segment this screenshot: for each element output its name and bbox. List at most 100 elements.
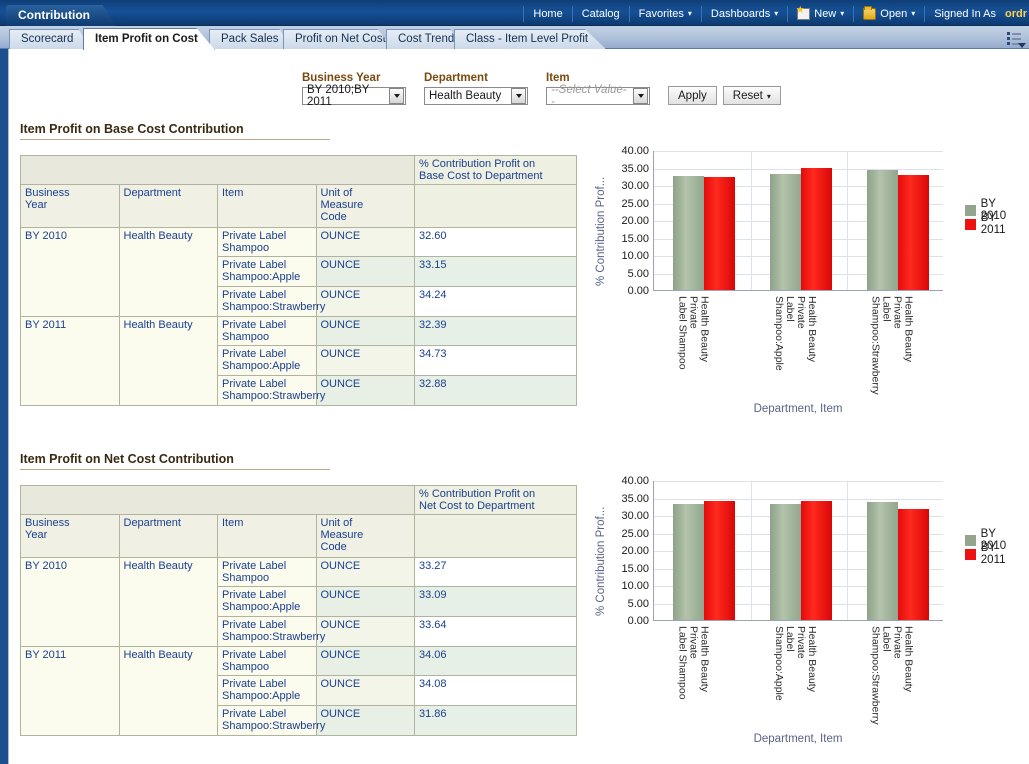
chart-bar[interactable] xyxy=(801,168,832,290)
tab-scorecard[interactable]: Scorecard xyxy=(9,29,90,49)
chart-base-cost-contribution: % Contribution Prof...0.005.0010.0015.00… xyxy=(593,151,1023,411)
nav-home[interactable]: Home xyxy=(523,6,572,22)
col-header-business-year[interactable]: Business Year xyxy=(21,185,120,228)
nav-favorites[interactable]: Favorites▾ xyxy=(630,6,702,22)
table-header-row-measure: % Contribution Profit on Net Cost to Dep… xyxy=(21,486,577,515)
cell-business-year[interactable]: BY 2010 xyxy=(21,558,120,647)
cell-item[interactable]: Private Label Shampoo xyxy=(218,558,317,587)
cell-uom[interactable]: OUNCE xyxy=(316,346,415,376)
chart-bar[interactable] xyxy=(801,501,832,620)
chart-bar[interactable] xyxy=(673,176,704,290)
cell-business-year[interactable]: BY 2011 xyxy=(21,647,120,736)
section-title-net-cost: Item Profit on Net Cost Contribution xyxy=(20,452,330,470)
tab-item-profit-on-cost[interactable]: Item Profit on Cost xyxy=(83,28,215,50)
cell-department[interactable]: Health Beauty xyxy=(119,647,218,736)
chevron-down-icon[interactable] xyxy=(511,88,526,104)
cell-department[interactable]: Health Beauty xyxy=(119,558,218,647)
chart-legend-item[interactable]: BY 2011 xyxy=(965,217,1023,231)
item-value: --Select Value-- xyxy=(551,84,629,108)
cell-item[interactable]: Private Label Shampoo:Strawberry xyxy=(218,706,317,736)
chart-bar[interactable] xyxy=(673,504,704,620)
cell-item[interactable]: Private Label Shampoo xyxy=(218,647,317,676)
tab-pack-sales[interactable]: Pack Sales xyxy=(209,29,291,49)
new-document-icon xyxy=(797,8,810,20)
cell-uom[interactable]: OUNCE xyxy=(316,587,415,617)
col-header-department[interactable]: Department xyxy=(119,515,218,558)
chart-bar[interactable] xyxy=(867,502,898,620)
table-header-row-measure: % Contribution Profit on Base Cost to De… xyxy=(21,156,577,185)
cell-value: 32.39 xyxy=(415,317,577,346)
chevron-down-icon[interactable] xyxy=(633,88,648,104)
table-row: BY 2010 Health Beauty Private Label Sham… xyxy=(21,228,577,257)
nav-open-label: Open xyxy=(880,8,907,20)
y-tick-label: 5.00 xyxy=(628,268,649,280)
chevron-down-icon[interactable] xyxy=(389,88,404,104)
table-row: BY 2011 Health Beauty Private Label Sham… xyxy=(21,647,577,676)
cell-uom[interactable]: OUNCE xyxy=(316,617,415,647)
col-header-department[interactable]: Department xyxy=(119,185,218,228)
item-select[interactable]: --Select Value-- xyxy=(546,87,650,105)
tab-cost-trend[interactable]: Cost Trend xyxy=(386,29,461,49)
cell-item[interactable]: Private Label Shampoo xyxy=(218,228,317,257)
tab-cost-trend-label: Cost Trend xyxy=(398,33,454,45)
cell-department[interactable]: Health Beauty xyxy=(119,317,218,406)
cell-uom[interactable]: OUNCE xyxy=(316,317,415,346)
nav-open[interactable]: Open▾ xyxy=(854,6,925,22)
dashboard-tab-strip: Scorecard Item Profit on Cost Pack Sales… xyxy=(0,26,1029,49)
tab-class-item-level-profit-label: Class - Item Level Profit xyxy=(466,33,588,45)
cell-item[interactable]: Private Label Shampoo:Apple xyxy=(218,346,317,376)
cell-item[interactable]: Private Label Shampoo:Apple xyxy=(218,587,317,617)
nav-catalog[interactable]: Catalog xyxy=(573,6,630,22)
cell-uom[interactable]: OUNCE xyxy=(316,287,415,317)
chart-bar[interactable] xyxy=(770,504,801,620)
business-year-select[interactable]: BY 2010;BY 2011 xyxy=(302,87,406,105)
cell-uom[interactable]: OUNCE xyxy=(316,647,415,676)
chart-bar[interactable] xyxy=(898,509,929,621)
chart-bar[interactable] xyxy=(704,177,735,290)
chart-bar[interactable] xyxy=(898,175,929,290)
cell-value: 33.27 xyxy=(415,558,577,587)
department-select[interactable]: Health Beauty xyxy=(424,87,528,105)
app-title-tab[interactable]: Contribution xyxy=(6,5,116,26)
col-header-uom[interactable]: Unit of Measure Code xyxy=(316,185,415,228)
col-header-business-year[interactable]: Business Year xyxy=(21,515,120,558)
cell-uom[interactable]: OUNCE xyxy=(316,228,415,257)
reset-button[interactable]: Reset▾ xyxy=(723,86,781,105)
cell-item[interactable]: Private Label Shampoo:Strawberry xyxy=(218,617,317,647)
tab-class-item-level-profit[interactable]: Class - Item Level Profit xyxy=(454,29,606,49)
cell-value: 34.08 xyxy=(415,676,577,706)
cell-department[interactable]: Health Beauty xyxy=(119,228,218,317)
chart-bar[interactable] xyxy=(770,174,801,290)
cell-business-year[interactable]: BY 2011 xyxy=(21,317,120,406)
cell-item[interactable]: Private Label Shampoo xyxy=(218,317,317,346)
nav-dashboards[interactable]: Dashboards▾ xyxy=(702,6,788,22)
cell-uom[interactable]: OUNCE xyxy=(316,257,415,287)
chart-bar[interactable] xyxy=(867,170,898,290)
nav-favorites-label: Favorites xyxy=(639,8,684,20)
chevron-down-icon: ▾ xyxy=(774,9,778,18)
tab-profit-on-net-cost[interactable]: Profit on Net Cost xyxy=(283,29,393,49)
col-header-item[interactable]: Item xyxy=(218,515,317,558)
cell-item[interactable]: Private Label Shampoo:Apple xyxy=(218,257,317,287)
table-row: BY 2010 Health Beauty Private Label Sham… xyxy=(21,558,577,587)
signed-in-as[interactable]: Signed In As ordr xyxy=(925,6,1029,22)
apply-button[interactable]: Apply xyxy=(668,86,717,105)
col-header-item[interactable]: Item xyxy=(218,185,317,228)
cell-item[interactable]: Private Label Shampoo:Strawberry xyxy=(218,376,317,406)
cell-uom[interactable]: OUNCE xyxy=(316,376,415,406)
cell-uom[interactable]: OUNCE xyxy=(316,676,415,706)
cell-item[interactable]: Private Label Shampoo:Strawberry xyxy=(218,287,317,317)
cell-uom[interactable]: OUNCE xyxy=(316,706,415,736)
header-blank-cell xyxy=(21,156,415,185)
y-tick-label: 0.00 xyxy=(628,615,649,627)
page-options-icon[interactable] xyxy=(1007,30,1025,47)
col-header-uom[interactable]: Unit of Measure Code xyxy=(316,515,415,558)
chart-legend-label: BY 2011 xyxy=(981,212,1023,236)
nav-new[interactable]: New▾ xyxy=(788,6,854,22)
cell-business-year[interactable]: BY 2010 xyxy=(21,228,120,317)
chart-legend: BY 2010BY 2011 xyxy=(965,203,1023,231)
cell-item[interactable]: Private Label Shampoo:Apple xyxy=(218,676,317,706)
chart-bar[interactable] xyxy=(704,501,735,620)
chart-legend-item[interactable]: BY 2011 xyxy=(965,547,1023,561)
cell-uom[interactable]: OUNCE xyxy=(316,558,415,587)
